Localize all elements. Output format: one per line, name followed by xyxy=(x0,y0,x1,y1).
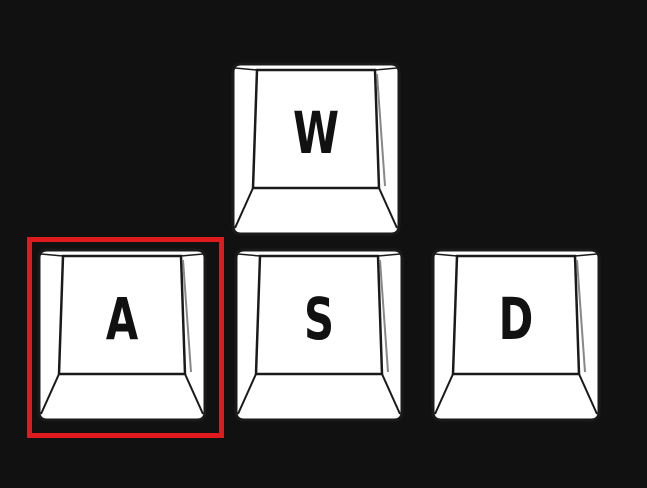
highlight-box xyxy=(27,237,224,438)
key-s-label: S xyxy=(303,285,335,353)
key-d-label: D xyxy=(498,285,534,353)
key-d[interactable]: D xyxy=(427,246,605,424)
key-w[interactable]: W xyxy=(227,60,405,238)
key-w-label: W xyxy=(292,99,340,167)
key-s[interactable]: S xyxy=(230,246,408,424)
wasd-keys-illustration: W A S D xyxy=(0,0,647,488)
